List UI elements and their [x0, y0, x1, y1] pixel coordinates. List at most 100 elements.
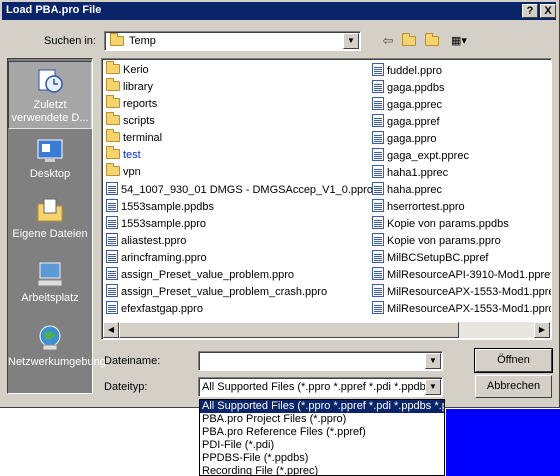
file-item[interactable]: 1553sample.ppro: [106, 216, 373, 233]
file-icon: [372, 63, 384, 76]
folder-icon: [425, 33, 439, 46]
file-icon: [106, 233, 118, 246]
file-item[interactable]: 54_1007_930_01 DMGS - DMGSAccep_V1_0.ppr…: [106, 182, 373, 199]
folder-item[interactable]: Kerio: [106, 61, 373, 80]
file-item[interactable]: gaga.ppdbs: [372, 80, 551, 97]
chevron-down-icon[interactable]: ▼: [343, 33, 359, 49]
folder-item[interactable]: library: [106, 78, 373, 97]
filetype-option[interactable]: PPDBS-File (*.ppdbs): [200, 452, 444, 465]
filetype-option[interactable]: PDI-File (*.pdi): [200, 439, 444, 452]
file-item[interactable]: arincframing.ppro: [106, 250, 373, 267]
filetype-option[interactable]: All Supported Files (*.ppro *.ppref *.pd…: [200, 400, 444, 413]
file-icon: [372, 233, 384, 246]
file-name: gaga.pprec: [387, 99, 443, 111]
chevron-down-icon[interactable]: ▼: [425, 353, 441, 369]
up-folder-icon[interactable]: [399, 33, 419, 49]
file-item[interactable]: MilBCSetupBC.ppref: [372, 250, 551, 267]
folder-icon: [106, 78, 120, 91]
file-name: test: [123, 149, 141, 161]
place-desktop[interactable]: Desktop: [8, 131, 92, 183]
desktop-icon: [37, 139, 63, 162]
file-item[interactable]: haha1.pprec: [372, 165, 551, 182]
file-item[interactable]: gaga.ppref: [372, 114, 551, 131]
file-item[interactable]: assign_Preset_value_problem.ppro: [106, 267, 373, 284]
file-item[interactable]: 1553sample.ppdbs: [106, 199, 373, 216]
file-name: library: [123, 81, 153, 93]
title-bar: Load PBA.pro File ? X: [2, 2, 556, 20]
file-name: MilResourceAPI-3910-Mod1.ppref: [387, 269, 552, 281]
folder-icon: [402, 33, 416, 46]
file-item[interactable]: MilResourceAPX-1553-Mod1.ppro: [372, 301, 552, 318]
folder-item[interactable]: scripts: [106, 112, 373, 131]
file-item[interactable]: assign_Preset_value_problem_crash.ppro: [106, 284, 373, 301]
file-item[interactable]: aliastest.ppro: [106, 233, 373, 250]
file-name: 54_1007_930_01 DMGS - DMGSAccep_V1_0.ppr…: [121, 184, 373, 196]
file-name: arincframing.ppro: [121, 252, 207, 264]
file-item[interactable]: Kopie von params.ppro: [372, 233, 551, 250]
folder-item[interactable]: reports: [106, 95, 373, 114]
close-button[interactable]: X: [540, 4, 556, 18]
folder-item[interactable]: vpn: [106, 163, 373, 182]
file-icon: [106, 199, 118, 212]
my-computer-icon: [37, 262, 63, 287]
file-icon: [372, 267, 384, 280]
file-item[interactable]: gaga.pprec: [372, 97, 551, 114]
cancel-button[interactable]: Abbrechen: [475, 375, 552, 398]
folder-item[interactable]: terminal: [106, 129, 373, 148]
file-item[interactable]: gaga.ppro: [372, 131, 551, 148]
open-button[interactable]: Öffnen: [474, 348, 553, 373]
file-name: assign_Preset_value_problem.ppro: [121, 269, 295, 281]
file-name: MilResourceAPX-1553-Mod1.ppro: [387, 303, 552, 315]
folder-icon: [106, 146, 120, 159]
file-icon: [372, 216, 384, 229]
file-item[interactable]: MilResourceAPX-1553-Mod1.ppref: [372, 284, 551, 301]
file-item[interactable]: haha.pprec: [372, 182, 551, 199]
scroll-thumb[interactable]: [119, 322, 459, 338]
place-network[interactable]: Netzwerkumgebung: [8, 319, 106, 383]
filetype-value: All Supported Files (*.ppro *.ppref *.pd…: [202, 381, 442, 393]
folder-icon: [110, 33, 124, 46]
new-folder-icon[interactable]: [422, 33, 442, 49]
place-my-computer[interactable]: Arbeitsplatz: [8, 255, 92, 311]
file-item[interactable]: efexfastgap.ppro: [106, 301, 373, 318]
chevron-down-icon[interactable]: ▼: [425, 379, 441, 395]
filename-combo[interactable]: ▼: [198, 351, 443, 371]
view-menu-icon[interactable]: ▦▾: [446, 33, 472, 49]
file-name: gaga.ppro: [387, 133, 437, 145]
help-button[interactable]: ?: [522, 4, 538, 18]
scroll-left-icon[interactable]: ◀: [103, 322, 119, 338]
filetype-option[interactable]: PBA.pro Project Files (*.ppro): [200, 413, 444, 426]
file-icon: [106, 182, 118, 195]
scroll-right-icon[interactable]: ▶: [534, 322, 550, 338]
back-icon[interactable]: ⇦: [378, 33, 398, 49]
filetype-option[interactable]: PBA.pro Reference Files (*.ppref): [200, 426, 444, 439]
desktop-background: [446, 409, 560, 476]
file-icon: [372, 80, 384, 93]
file-item[interactable]: hserrortest.ppro: [372, 199, 551, 216]
file-icon: [372, 301, 384, 314]
file-name: gaga.ppref: [387, 116, 440, 128]
filetype-dropdown-list[interactable]: All Supported Files (*.ppro *.ppref *.pd…: [199, 399, 445, 476]
file-item[interactable]: Kopie von params.ppdbs: [372, 216, 551, 233]
filetype-combo[interactable]: All Supported Files (*.ppro *.ppref *.pd…: [198, 377, 443, 397]
my-documents-icon: [37, 198, 63, 222]
place-recent[interactable]: Zuletzt verwendete D...: [8, 61, 92, 129]
file-name: hserrortest.ppro: [387, 201, 465, 213]
file-name: haha.pprec: [387, 184, 443, 196]
load-file-dialog: Load PBA.pro File ? X Suchen in: Temp ▼ …: [0, 0, 560, 408]
file-icon: [372, 284, 384, 297]
file-item[interactable]: MilResourceAPI-3910-Mod1.ppref: [372, 267, 552, 284]
look-in-combo[interactable]: Temp ▼: [104, 31, 361, 51]
filetype-option[interactable]: Recording File (*.pprec): [200, 465, 444, 475]
file-list[interactable]: Kerio library reports scripts terminal test vp…: [101, 58, 552, 340]
horizontal-scrollbar[interactable]: ◀ ▶: [103, 322, 550, 338]
folder-item[interactable]: test: [106, 146, 373, 165]
look-in-value: Temp: [129, 35, 156, 47]
file-icon: [106, 267, 118, 280]
file-name: aliastest.ppro: [121, 235, 187, 247]
file-name: vpn: [123, 166, 141, 178]
file-item[interactable]: fuddel.ppro: [372, 63, 551, 80]
file-name: Kerio: [123, 64, 149, 76]
file-item[interactable]: gaga_expt.pprec: [372, 148, 551, 165]
place-my-documents[interactable]: Eigene Dateien: [8, 191, 92, 247]
